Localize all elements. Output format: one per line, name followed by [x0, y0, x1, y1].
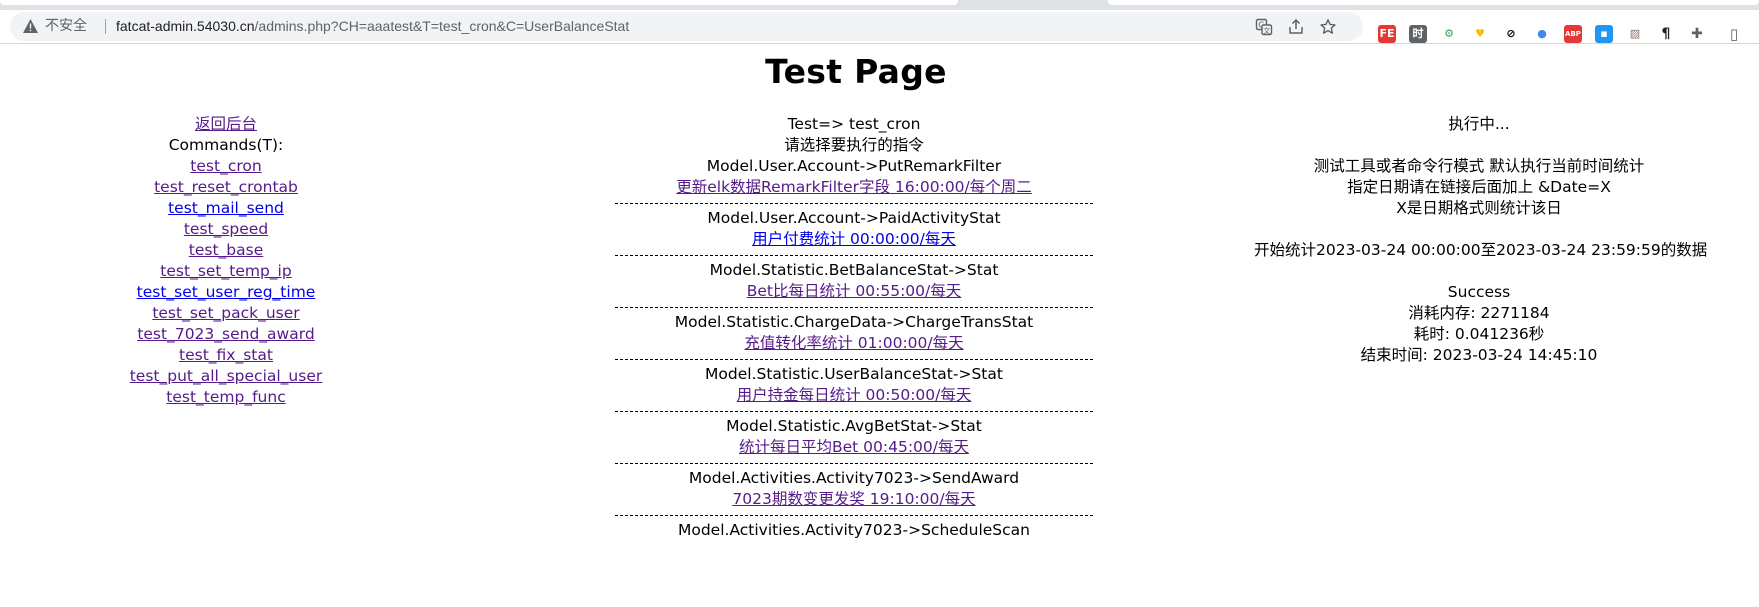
job-run-link[interactable]: 7023期数变更发奖 19:10:00/每天	[615, 489, 1093, 510]
job-model-name: Model.Statistic.UserBalanceStat->Stat	[705, 365, 1003, 383]
command-link-test-set-temp-ip[interactable]: test_set_temp_ip	[45, 261, 407, 282]
browser-toolbar: 不安全 fatcat-admin.54030.cn/admins.php?CH=…	[0, 10, 1759, 44]
job-run-link[interactable]: 充值转化率统计 01:00:00/每天	[615, 333, 1093, 354]
job-item: Model.Statistic.ChargeData->ChargeTransS…	[615, 312, 1093, 354]
job-run-link[interactable]: 用户付费统计 00:00:00/每天	[615, 229, 1093, 250]
dashed-divider	[615, 515, 1093, 516]
job-item: Model.User.Account->PutRemarkFilter 更新el…	[615, 156, 1093, 198]
command-link-test-set-pack-user[interactable]: test_set_pack_user	[45, 303, 407, 324]
command-link-test-7023-send-award[interactable]: test_7023_send_award	[45, 324, 407, 345]
blue-dot-extension-icon[interactable]: ●	[1533, 25, 1551, 43]
blue-square-extension-icon[interactable]: ▪	[1595, 25, 1613, 43]
bookmark-star-icon[interactable]	[1319, 18, 1337, 36]
url-host: fatcat-admin.54030.cn	[116, 18, 255, 34]
inactive-tab[interactable]	[1108, 0, 1759, 5]
block-extension-icon[interactable]: ⊘	[1502, 25, 1520, 43]
command-link-test-fix-stat[interactable]: test_fix_stat	[45, 345, 407, 366]
command-link-test-temp-func[interactable]: test_temp_func	[45, 387, 407, 408]
commands-label: Commands(T):	[168, 136, 284, 154]
job-model-name: Model.Activities.Activity7023->ScheduleS…	[677, 521, 1030, 539]
job-item: Model.Activities.Activity7023->ScheduleS…	[615, 520, 1093, 541]
sidepanel-icon[interactable]: ▯	[1725, 25, 1743, 43]
dashed-divider	[615, 359, 1093, 360]
svg-text:文: 文	[1263, 26, 1270, 35]
dashed-divider	[615, 411, 1093, 412]
command-link-test-put-all-special-user[interactable]: test_put_all_special_user	[45, 366, 407, 387]
job-item: Model.Statistic.UserBalanceStat->Stat 用户…	[615, 364, 1093, 406]
elapsed-time: 耗时: 0.041236秒	[1413, 325, 1545, 343]
job-model-name: Model.Statistic.ChargeData->ChargeTransS…	[674, 313, 1034, 331]
image-extension-icon[interactable]: ▨	[1626, 25, 1644, 43]
address-separator	[105, 19, 106, 34]
execution-output-column: 执行中... 测试工具或者命令行模式 默认执行当前时间统计 指定日期请在链接后面…	[1254, 114, 1708, 366]
commands-column: 返回后台 Commands(T): test_cron test_reset_c…	[45, 114, 407, 408]
date-hint: 指定日期请在链接后面加上 &Date=X	[1347, 178, 1611, 196]
tab-strip	[0, 0, 1759, 10]
address-bar[interactable]: 不安全 fatcat-admin.54030.cn/admins.php?CH=…	[10, 12, 1363, 41]
job-item: Model.User.Account->PaidActivityStat 用户付…	[615, 208, 1093, 250]
translate-icon[interactable]: G 文	[1255, 18, 1273, 36]
command-link-test-base[interactable]: test_base	[45, 240, 407, 261]
url-text[interactable]: fatcat-admin.54030.cn/admins.php?CH=aaat…	[116, 17, 629, 36]
end-time: 结束时间: 2023-03-24 14:45:10	[1360, 346, 1598, 364]
page-title: Test Page	[765, 52, 947, 91]
time-extension-icon[interactable]: 时	[1409, 25, 1427, 43]
command-link-test-reset-crontab[interactable]: test_reset_crontab	[45, 177, 407, 198]
job-item: Model.Statistic.AvgBetStat->Stat 统计每日平均B…	[615, 416, 1093, 458]
start-note: 开始统计2023-03-24 00:00:00至2023-03-24 23:59…	[1254, 241, 1708, 259]
job-run-link[interactable]: Bet比每日统计 00:55:00/每天	[615, 281, 1093, 302]
mode-note: 测试工具或者命令行模式 默认执行当前时间统计	[1313, 157, 1645, 175]
job-run-link[interactable]: 用户持金每日统计 00:50:00/每天	[615, 385, 1093, 406]
heart-extension-icon[interactable]: ♥	[1471, 25, 1489, 43]
job-run-link[interactable]: 统计每日平均Bet 00:45:00/每天	[615, 437, 1093, 458]
puzzle-extensions-icon[interactable]: ✚	[1688, 25, 1706, 43]
pilcrow-extension-icon[interactable]: ¶	[1657, 25, 1675, 43]
select-command-prompt: 请选择要执行的指令	[784, 136, 924, 154]
warning-icon[interactable]	[22, 18, 39, 34]
dashed-divider	[615, 203, 1093, 204]
command-link-test-set-user-reg-time[interactable]: test_set_user_reg_time	[45, 282, 407, 303]
share-icon[interactable]	[1287, 18, 1305, 36]
back-to-admin-link[interactable]: 返回后台	[45, 114, 407, 135]
execution-status: 执行中...	[1448, 115, 1510, 133]
cron-jobs-column: Test=> test_cron 请选择要执行的指令 Model.User.Ac…	[615, 114, 1093, 541]
job-model-name: Model.User.Account->PaidActivityStat	[707, 209, 1001, 227]
result-status: Success	[1447, 283, 1511, 301]
security-status-label[interactable]: 不安全	[45, 17, 87, 36]
job-model-name: Model.Statistic.BetBalanceStat->Stat	[709, 261, 999, 279]
command-link-test-mail-send[interactable]: test_mail_send	[45, 198, 407, 219]
job-model-name: Model.Statistic.AvgBetStat->Stat	[726, 417, 982, 435]
job-item: Model.Statistic.BetBalanceStat->Stat Bet…	[615, 260, 1093, 302]
dashed-divider	[615, 307, 1093, 308]
fe-extension-icon[interactable]: FE	[1378, 25, 1396, 43]
url-path: /admins.php?CH=aaatest&T=test_cron&C=Use…	[254, 18, 630, 34]
job-model-name: Model.Activities.Activity7023->SendAward	[688, 469, 1020, 487]
job-item: Model.Activities.Activity7023->SendAward…	[615, 468, 1093, 510]
command-link-test-cron[interactable]: test_cron	[45, 156, 407, 177]
dashed-divider	[615, 463, 1093, 464]
dashed-divider	[615, 255, 1093, 256]
green-gear-extension-icon[interactable]: ⚙	[1440, 25, 1458, 43]
memory-usage: 消耗内存: 2271184	[1408, 304, 1550, 322]
command-link-test-speed[interactable]: test_speed	[45, 219, 407, 240]
format-hint: X是日期格式则统计该日	[1396, 199, 1562, 217]
adblock-extension-icon[interactable]: ABP	[1564, 25, 1582, 43]
active-tab[interactable]	[0, 0, 958, 5]
test-header: Test=> test_cron	[787, 115, 921, 133]
job-model-name: Model.User.Account->PutRemarkFilter	[706, 157, 1002, 175]
job-run-link[interactable]: 更新elk数据RemarkFilter字段 16:00:00/每个周二	[615, 177, 1093, 198]
